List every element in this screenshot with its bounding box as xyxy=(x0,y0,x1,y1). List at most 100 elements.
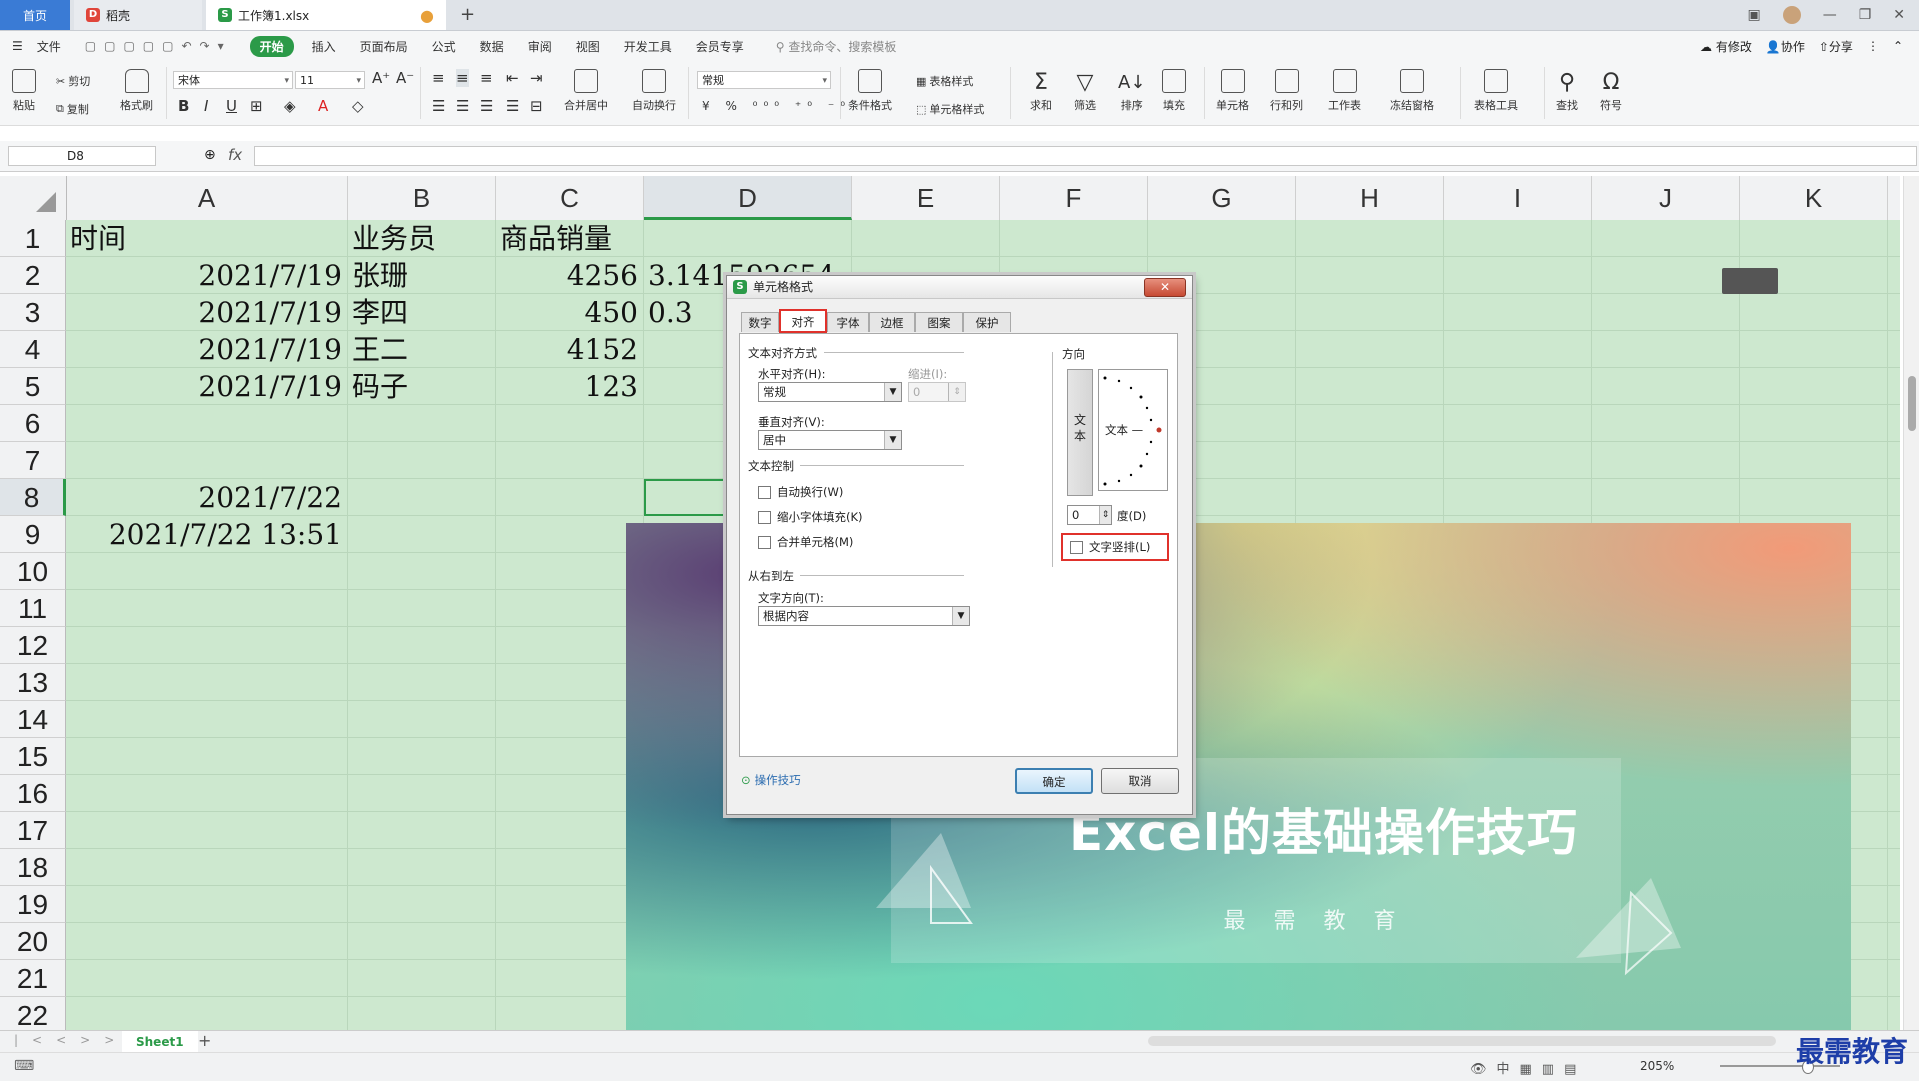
rows-cols-button[interactable]: 行和列 xyxy=(1270,69,1303,113)
orientation-dial[interactable]: 文本 — xyxy=(1098,369,1168,491)
ok-button[interactable]: 确定 xyxy=(1015,768,1093,794)
row-header-16[interactable]: 16 xyxy=(0,775,66,812)
find-button[interactable]: ⚲ 查找 xyxy=(1556,69,1578,113)
wrap-text-checkbox[interactable]: 自动换行(W) xyxy=(758,484,843,500)
number-format-select[interactable]: 常规 xyxy=(697,71,831,90)
new-tab-icon[interactable]: + xyxy=(460,4,475,25)
row-header-1[interactable]: 1 xyxy=(0,220,66,257)
tab-border[interactable]: 边框 xyxy=(869,312,915,332)
italic-icon[interactable]: I xyxy=(204,97,208,115)
column-header-j[interactable]: J xyxy=(1592,176,1740,220)
row-header-9[interactable]: 9 xyxy=(0,516,66,553)
decrease-font-icon[interactable]: A⁻ xyxy=(396,69,414,87)
column-header-d[interactable]: D xyxy=(644,176,852,220)
formula-input[interactable] xyxy=(254,146,1917,166)
cell-c5[interactable]: 123 xyxy=(498,368,638,405)
dialog-close-button[interactable]: ✕ xyxy=(1144,278,1186,297)
row-header-5[interactable]: 5 xyxy=(0,368,66,405)
font-size-select[interactable]: 11 xyxy=(295,71,365,90)
copy-button[interactable]: ⧉ 复制 xyxy=(56,101,89,117)
command-search[interactable]: ⚲ 查找命令、搜索模板 xyxy=(764,38,909,55)
layout-icon[interactable]: ▣ xyxy=(1747,7,1760,23)
font-name-select[interactable]: 宋体 xyxy=(173,71,293,90)
cell-c2[interactable]: 4256 xyxy=(498,257,638,294)
menu-icon[interactable]: ☰ xyxy=(0,39,25,53)
cut-button[interactable]: ✂ 剪切 xyxy=(56,73,90,89)
worksheet-button[interactable]: 工作表 xyxy=(1328,69,1361,113)
column-header-h[interactable]: H xyxy=(1296,176,1444,220)
cell-style-button[interactable]: ⬚ 单元格样式 xyxy=(916,101,984,117)
menu-view[interactable]: 视图 xyxy=(564,38,612,55)
merge-center-button[interactable]: 合并居中 xyxy=(564,69,608,113)
fill-button[interactable]: 填充 xyxy=(1162,69,1186,113)
indent-spinner[interactable]: 0 ⇕ xyxy=(908,382,966,402)
horizontal-scrollbar[interactable] xyxy=(1148,1036,1776,1046)
tab-alignment[interactable]: 对齐 xyxy=(779,309,827,333)
symbol-button[interactable]: Ω 符号 xyxy=(1600,69,1622,113)
row-header-4[interactable]: 4 xyxy=(0,331,66,368)
modified-button[interactable]: ☁ 有修改 xyxy=(1700,38,1752,55)
column-header-k[interactable]: K xyxy=(1740,176,1888,220)
align-top-icon[interactable]: ≡ xyxy=(432,69,445,87)
collapse-ribbon-icon[interactable]: ⌃ xyxy=(1893,39,1903,53)
row-header-18[interactable]: 18 xyxy=(0,849,66,886)
row-header-15[interactable]: 15 xyxy=(0,738,66,775)
add-sheet-icon[interactable]: + xyxy=(198,1031,211,1050)
paste-button[interactable]: 粘贴 xyxy=(12,69,36,113)
fill-color-icon[interactable]: ◈ xyxy=(284,97,296,115)
menu-home[interactable]: 开始 xyxy=(249,35,294,57)
h-align-select[interactable]: 常规 ▼ xyxy=(758,382,902,402)
tab-workbook[interactable]: S 工作簿1.xlsx ● xyxy=(206,0,446,30)
text-direction-select[interactable]: 根据内容 ▼ xyxy=(758,606,970,626)
cell-c3[interactable]: 450 xyxy=(498,294,638,331)
column-header-i[interactable]: I xyxy=(1444,176,1592,220)
align-center-icon[interactable]: ☰ xyxy=(456,97,469,115)
macro-icon[interactable]: ⌨ xyxy=(14,1058,34,1074)
row-header-12[interactable]: 12 xyxy=(0,627,66,664)
tips-link[interactable]: ⊙ 操作技巧 xyxy=(741,772,801,788)
align-left-icon[interactable]: ☰ xyxy=(432,97,445,115)
view-mode-icons[interactable]: 👁中▦▥▤ xyxy=(1470,1058,1586,1077)
menu-file[interactable]: 文件 xyxy=(25,38,73,55)
cells-button[interactable]: 单元格 xyxy=(1216,69,1249,113)
menu-data[interactable]: 数据 xyxy=(468,38,516,55)
cell-b4[interactable]: 王二 xyxy=(352,331,408,368)
row-header-11[interactable]: 11 xyxy=(0,590,66,627)
tab-home[interactable]: 首页 xyxy=(0,0,70,30)
number-format-icons[interactable]: ¥ % ⁰⁰⁰ ⁺⁰ ⁻⁰ xyxy=(702,99,851,113)
align-bottom-icon[interactable]: ≡ xyxy=(480,69,493,87)
menu-page-layout[interactable]: 页面布局 xyxy=(348,38,420,55)
zoom-formula-icon[interactable]: ⊕ xyxy=(204,147,216,163)
clear-icon[interactable]: ◇ xyxy=(352,97,364,115)
justify-icon[interactable]: ☰ xyxy=(506,97,519,115)
table-tools-button[interactable]: 表格工具 xyxy=(1474,69,1518,113)
cell-b2[interactable]: 张珊 xyxy=(352,257,408,294)
row-header-21[interactable]: 21 xyxy=(0,960,66,997)
collaborate-button[interactable]: 👤协作 xyxy=(1766,38,1805,55)
shrink-fit-checkbox[interactable]: 缩小字体填充(K) xyxy=(758,509,863,525)
row-header-17[interactable]: 17 xyxy=(0,812,66,849)
degree-spinner[interactable]: 0 ⇕ xyxy=(1067,505,1112,525)
cell-a1[interactable]: 时间 xyxy=(70,220,126,257)
indent-increase-icon[interactable]: ⇥ xyxy=(530,69,543,87)
cell-a9[interactable]: 2021/7/22 13:51 xyxy=(68,516,342,553)
menu-insert[interactable]: 插入 xyxy=(300,38,348,55)
row-header-19[interactable]: 19 xyxy=(0,886,66,923)
share-button[interactable]: ⇧分享 xyxy=(1819,38,1853,55)
distribute-icon[interactable]: ⊟ xyxy=(530,97,543,115)
zoom-level[interactable]: 205% xyxy=(1640,1059,1674,1073)
wrap-text-button[interactable]: 自动换行 xyxy=(632,69,676,113)
cell-d3[interactable]: 0.3 xyxy=(648,294,693,331)
row-header-2[interactable]: 2 xyxy=(0,257,66,294)
sort-button[interactable]: A↓ 排序 xyxy=(1118,69,1145,113)
fx-icon[interactable]: fx xyxy=(228,146,242,164)
freeze-panes-button[interactable]: 冻结窗格 xyxy=(1390,69,1434,113)
tab-font[interactable]: 字体 xyxy=(827,312,869,332)
row-header-7[interactable]: 7 xyxy=(0,442,66,479)
cell-b3[interactable]: 李四 xyxy=(352,294,408,331)
cancel-button[interactable]: 取消 xyxy=(1101,768,1179,794)
v-align-select[interactable]: 居中 ▼ xyxy=(758,430,902,450)
quick-access-toolbar[interactable]: ▢▢▢▢▢↶↷▾ xyxy=(73,39,244,53)
vertical-scrollbar[interactable] xyxy=(1903,176,1919,1030)
row-header-14[interactable]: 14 xyxy=(0,701,66,738)
